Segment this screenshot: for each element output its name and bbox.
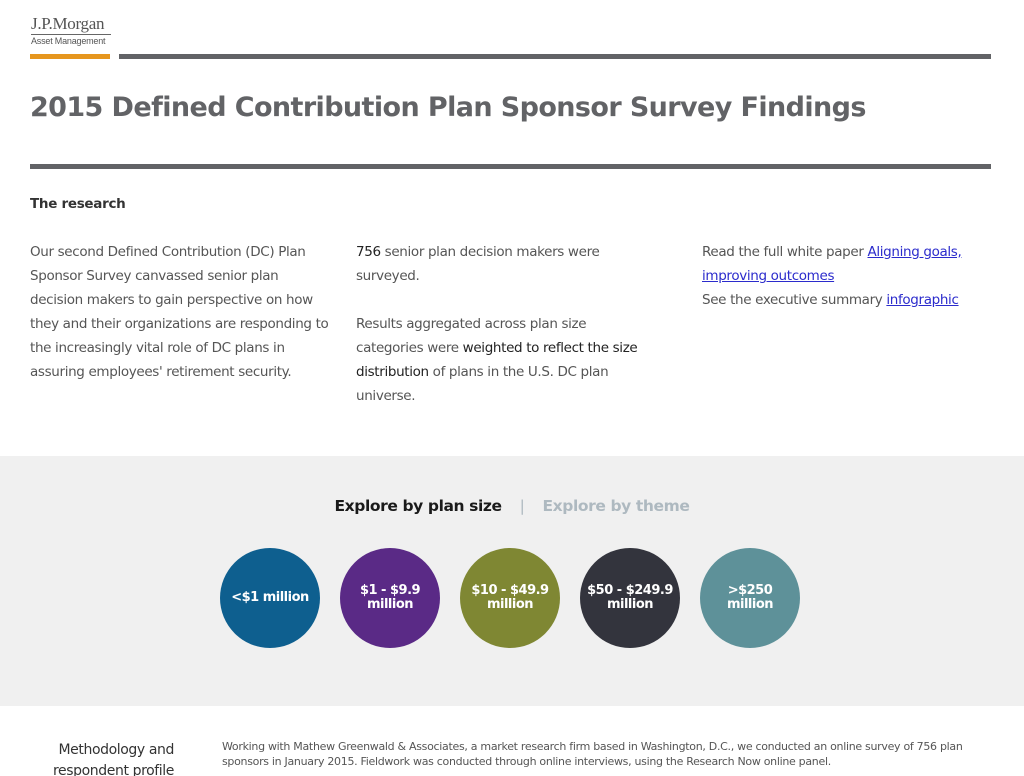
tab-explore-by-theme[interactable]: Explore by theme — [542, 497, 689, 515]
respondent-count-text: 756 senior plan decision makers were sur… — [356, 240, 656, 288]
weighting-text: Results aggregated across plan size cate… — [356, 312, 656, 408]
header-divider — [119, 54, 991, 59]
plan-size-under-1m-button[interactable]: <$1 million — [220, 548, 320, 648]
plan-size-1m-9.9m-button[interactable]: $1 - $9.9 million — [340, 548, 440, 648]
plan-size-label-line1: <$1 million — [231, 590, 309, 605]
plan-size-label-line2: million — [366, 597, 414, 612]
research-intro-text: Our second Defined Contribution (DC) Pla… — [30, 244, 329, 380]
plan-size-label-line2: million — [726, 597, 774, 612]
plan-size-selector: <$1 million $1 - $9.9 million $10 - $49.9… — [220, 548, 802, 648]
logo-wordmark: J.P.Morgan — [31, 15, 111, 35]
tab-separator: | — [519, 497, 525, 515]
tab-explore-by-plan-size[interactable]: Explore by plan size — [334, 497, 502, 515]
plan-size-label-line1: >$250 — [727, 583, 773, 598]
plan-size-label-line2: million — [606, 597, 654, 612]
methodology-heading-line1: Methodology and — [58, 742, 175, 758]
research-links-column: Read the full white paper Aligning goals… — [702, 240, 1002, 312]
plan-size-10m-49.9m-button[interactable]: $10 - $49.9 million — [460, 548, 560, 648]
plan-size-label-line1: $1 - $9.9 — [359, 583, 421, 598]
explore-tabs: Explore by plan size | Explore by theme — [0, 497, 1024, 515]
plan-size-label-line1: $10 - $49.9 — [471, 583, 549, 598]
methodology-heading-line2: respondent profile — [52, 763, 174, 776]
research-heading: The research — [30, 196, 126, 212]
respondent-count-desc: senior plan decision makers were surveye… — [356, 244, 600, 284]
white-paper-line: Read the full white paper Aligning goals… — [702, 240, 1002, 288]
infographic-prefix: See the executive summary — [702, 292, 887, 308]
plan-size-50m-249.9m-button[interactable]: $50 - $249.9 million — [580, 548, 680, 648]
plan-size-label-line2: million — [486, 597, 534, 612]
plan-size-label-line1: $50 - $249.9 — [587, 583, 673, 598]
plan-size-over-250m-button[interactable]: >$250 million — [700, 548, 800, 648]
jpmorgan-logo[interactable]: J.P.Morgan Asset Management — [31, 15, 111, 47]
title-divider — [30, 164, 991, 169]
logo-subtitle: Asset Management — [31, 36, 106, 46]
page-title: 2015 Defined Contribution Plan Sponsor S… — [30, 92, 866, 123]
respondent-count: 756 — [356, 244, 381, 260]
accent-bar — [30, 54, 110, 59]
research-stats-column: 756 senior plan decision makers were sur… — [356, 240, 656, 432]
white-paper-prefix: Read the full white paper — [702, 244, 868, 260]
infographic-link[interactable]: infographic — [886, 292, 959, 308]
infographic-line: See the executive summary infographic — [702, 288, 1002, 312]
research-intro-column: Our second Defined Contribution (DC) Pla… — [30, 240, 330, 408]
methodology-heading: Methodology and respondent profile — [40, 740, 174, 776]
methodology-text: Working with Mathew Greenwald & Associat… — [222, 740, 963, 768]
